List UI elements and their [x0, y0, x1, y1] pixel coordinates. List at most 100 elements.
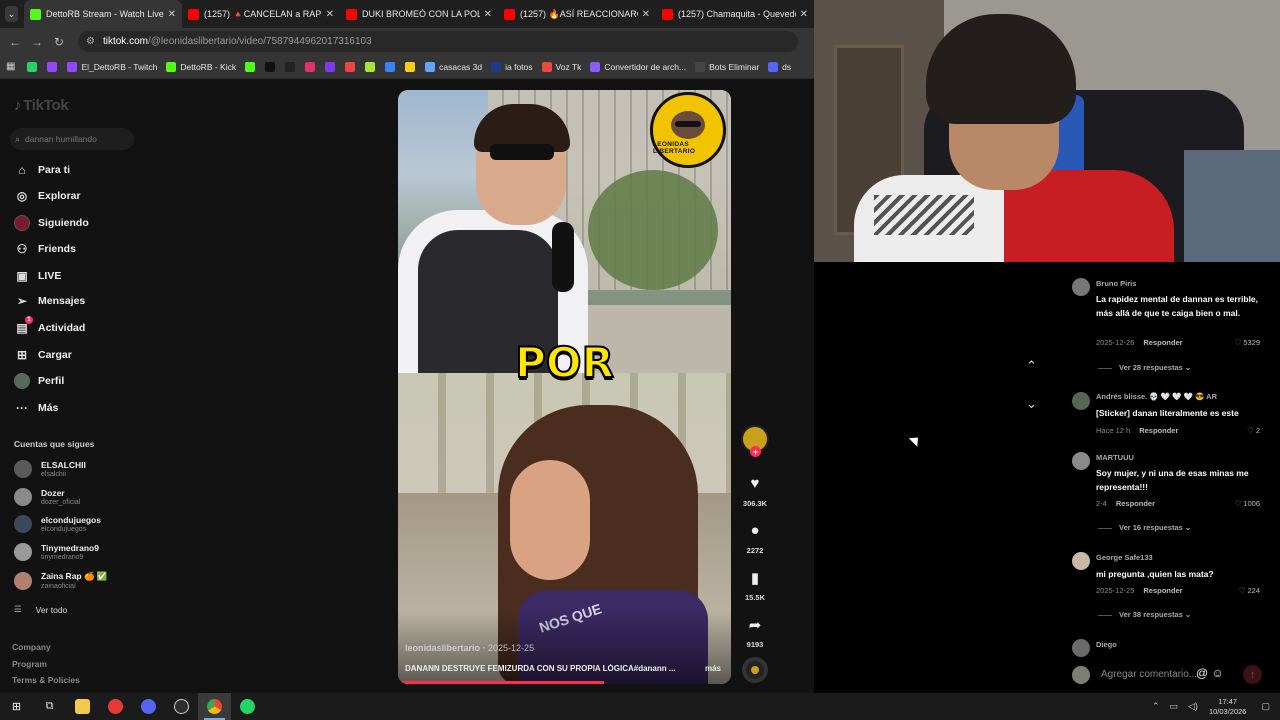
save-button[interactable]: ▮ 15.5K	[738, 569, 772, 602]
bookmark-item[interactable]: Convertidor de arch...	[590, 61, 686, 72]
taskbar-obs[interactable]	[165, 693, 198, 720]
reply-button[interactable]: Responder	[1139, 426, 1178, 435]
volume-icon[interactable]: ◁)	[1188, 701, 1198, 712]
comment-avatar[interactable]	[1072, 552, 1090, 570]
comment-like-button[interactable]: ♡ 2	[1247, 426, 1260, 435]
bookmark-item[interactable]: casacas 3d	[425, 61, 482, 72]
comment-like-button[interactable]: ♡ 224	[1239, 586, 1260, 595]
description-more-link[interactable]: más	[705, 664, 721, 673]
taskbar-whatsapp[interactable]	[231, 693, 264, 720]
sidebar-item-cargar[interactable]: ⊞ Cargar	[14, 346, 72, 364]
following-account[interactable]: ELSALCHII elsalchii	[14, 460, 86, 478]
sidebar-item-friends[interactable]: ⚇ Friends	[14, 240, 76, 258]
tab-search-icon[interactable]: ⌄	[5, 6, 18, 22]
comment-input[interactable]: Agregar comentario...	[1101, 669, 1197, 680]
next-video-chevron-down-icon[interactable]: ⌄	[1026, 396, 1037, 412]
comment-username[interactable]: Andrés blisse. 💀 🤍 🤍 🤍 😎 AR	[1096, 392, 1217, 401]
browser-tab[interactable]: DettoRB Stream - Watch Live on ✕	[24, 0, 182, 28]
network-icon[interactable]: ▭	[1170, 701, 1179, 712]
comment-avatar[interactable]	[1072, 452, 1090, 470]
apps-grid-icon[interactable]: ▦	[6, 61, 15, 72]
bookmark-item[interactable]	[365, 61, 379, 72]
forward-icon[interactable]: →	[26, 35, 48, 49]
bookmark-item[interactable]	[345, 61, 359, 72]
bookmark-item[interactable]	[245, 61, 259, 72]
like-button[interactable]: ♥ 306.3K	[738, 475, 772, 508]
bookmark-item[interactable]	[325, 61, 339, 72]
back-icon[interactable]: ←	[4, 35, 26, 49]
music-disc-icon[interactable]	[742, 657, 768, 683]
taskbar-app-red[interactable]	[99, 693, 132, 720]
comment-username[interactable]: MARTUUU	[1096, 453, 1134, 462]
browser-tab[interactable]: (1257) 🔥ASÍ REACCIONARON ! ✕	[498, 0, 656, 28]
bookmark-item[interactable]	[285, 61, 299, 72]
share-button[interactable]: ➦ 9193	[738, 616, 772, 649]
comment-username[interactable]: George Safe133	[1096, 553, 1153, 562]
reply-button[interactable]: Responder	[1143, 338, 1182, 347]
taskbar-discord[interactable]	[132, 693, 165, 720]
site-info-icon[interactable]: ⚙	[86, 36, 95, 47]
bookmark-item[interactable]	[265, 61, 279, 72]
following-account[interactable]: Zaina Rap 🍊 ✅ zainaoficial	[14, 571, 108, 590]
video-author[interactable]: leonidaslibertario · 2025-12-25	[405, 643, 534, 653]
tiktok-logo[interactable]: ♪ TikTok	[14, 97, 69, 114]
browser-tab[interactable]: (1257) 🔺CANCELAN a RAPDEP ✕	[182, 0, 340, 28]
tab-close-icon[interactable]: ✕	[168, 9, 176, 20]
bookmark-item[interactable]: El_DettoRB - Twitch	[67, 61, 157, 72]
comment-username[interactable]: Bruno Piris	[1096, 279, 1136, 288]
tab-close-icon[interactable]: ✕	[484, 9, 492, 20]
footer-terms[interactable]: Terms & Policies	[12, 675, 80, 685]
comment-like-button[interactable]: ♡ 5329	[1235, 338, 1260, 347]
clock[interactable]: 17:47 10/03/2026	[1209, 697, 1247, 717]
footer-program[interactable]: Program	[12, 659, 47, 669]
send-comment-icon[interactable]: ↑	[1243, 665, 1262, 684]
bookmark-item[interactable]	[385, 61, 399, 72]
notifications-icon[interactable]: ▢	[1261, 701, 1270, 712]
sidebar-item-mensajes[interactable]: ➢ Mensajes	[14, 292, 85, 310]
start-button[interactable]: ⊞	[0, 693, 33, 720]
bookmark-item[interactable]: Voz Tk	[541, 61, 581, 72]
following-account[interactable]: Tinymedrano9 tinymedrano9	[14, 543, 99, 561]
tab-close-icon[interactable]: ✕	[800, 9, 808, 20]
bookmark-item[interactable]	[305, 61, 319, 72]
bookmark-item[interactable]	[27, 61, 41, 72]
comment-username[interactable]: Diego	[1096, 640, 1117, 649]
reply-button[interactable]: Responder	[1143, 586, 1182, 595]
tab-close-icon[interactable]: ✕	[326, 9, 334, 20]
video-player[interactable]: LEONIDAS LIBERTARIO NOS QUE POR leonidas…	[398, 90, 731, 684]
comment-avatar[interactable]	[1072, 639, 1090, 657]
bookmark-item[interactable]: ds	[768, 61, 791, 72]
sidebar-item-para-ti[interactable]: ⌂ Para ti	[14, 161, 70, 179]
browser-tab[interactable]: (1257) Chamaquita - Quevedo, ✕	[656, 0, 814, 28]
mention-icon[interactable]: @	[1196, 666, 1208, 680]
sidebar-item-explorar[interactable]: ◎ Explorar	[14, 187, 81, 205]
see-all-link[interactable]: ☰ Ver todo	[14, 604, 67, 615]
emoji-icon[interactable]: ☺	[1212, 666, 1224, 680]
bookmark-item[interactable]: ia fotos	[491, 61, 533, 72]
sidebar-item-perfil[interactable]: Perfil	[14, 372, 64, 390]
following-account[interactable]: Dozer dozer_oficial	[14, 488, 80, 506]
bookmark-item[interactable]: DettoRB - Kick	[166, 61, 236, 72]
comment-avatar[interactable]	[1072, 392, 1090, 410]
taskbar-chrome[interactable]	[198, 693, 231, 720]
view-replies-button[interactable]: Ver 16 respuestas ⌄	[1097, 523, 1191, 532]
sidebar-item-actividad[interactable]: ▤ 1 Actividad	[14, 316, 85, 337]
view-replies-button[interactable]: Ver 28 respuestas ⌄	[1097, 363, 1191, 372]
task-view-button[interactable]: ⧉	[33, 693, 66, 720]
follow-plus-icon[interactable]: +	[750, 446, 761, 457]
sidebar-item-m-s[interactable]: ··· Más	[14, 399, 58, 417]
comment-avatar[interactable]	[1072, 278, 1090, 296]
view-replies-button[interactable]: Ver 38 respuestas ⌄	[1097, 610, 1191, 619]
bookmark-item[interactable]: Bots Eliminar	[695, 61, 759, 72]
video-progress-bar[interactable]	[398, 681, 605, 684]
comment-like-button[interactable]: ♡ 1006	[1235, 499, 1260, 508]
tray-chevron-up-icon[interactable]: ⌃	[1152, 701, 1160, 712]
bookmark-item[interactable]	[47, 61, 61, 72]
bookmark-item[interactable]	[405, 61, 419, 72]
browser-tab[interactable]: DUKI BROMEÓ CON LA POLÉMI ✕	[340, 0, 498, 28]
comment-button[interactable]: ● 2272	[738, 522, 772, 555]
search-input[interactable]: ⌕ dannan humillando	[10, 128, 134, 150]
reload-icon[interactable]: ↻	[48, 35, 70, 49]
taskbar-file-explorer[interactable]	[66, 693, 99, 720]
previous-video-chevron-up-icon[interactable]: ⌃	[1026, 358, 1037, 374]
